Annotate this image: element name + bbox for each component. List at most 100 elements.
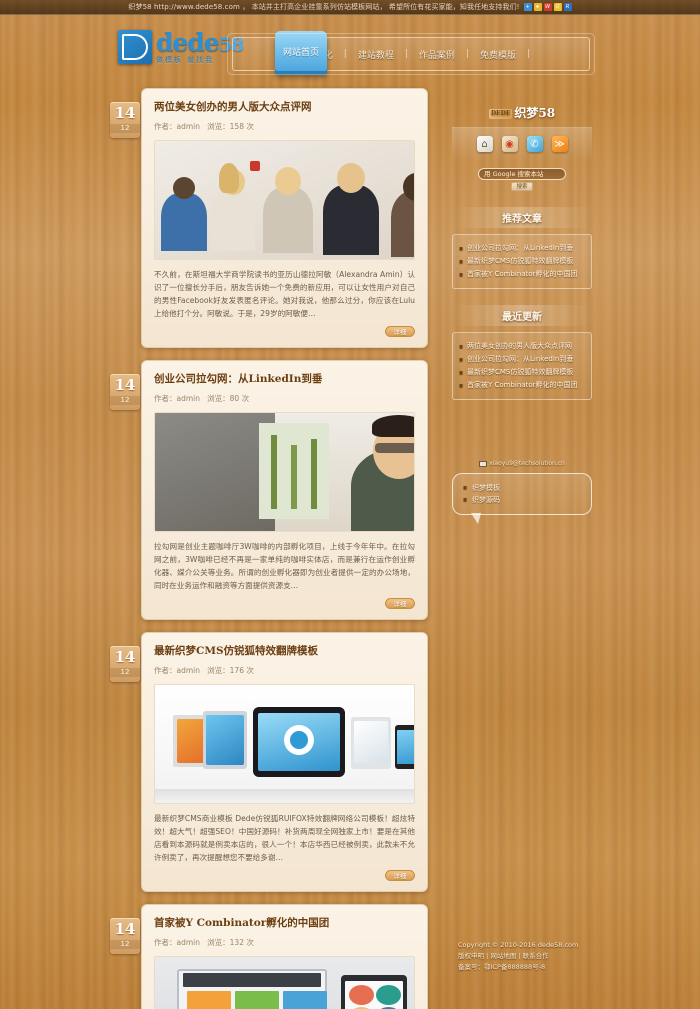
date-month: 12 [110, 940, 140, 949]
author-label: 作者： [154, 122, 177, 131]
list-item[interactable]: 创业公司拉勾网：从LinkedIn到垂 [459, 242, 585, 255]
article-meta: 作者：admin 浏览：176 次 [154, 665, 415, 676]
author-name: admin [176, 394, 201, 403]
article-title[interactable]: 首家被Y Combinator孵化的中国团 [154, 915, 415, 930]
views-unit: 次 [241, 394, 250, 403]
list-item[interactable]: 织梦模板 [463, 482, 581, 494]
article-item: 14 12 两位美女创办的男人版大众点评网 作者：admin 浏览：158 次 [108, 88, 428, 348]
views-unit: 次 [246, 122, 254, 131]
site-header: dede58 做模板 就找我 网站首页 | seo优化 | 建站教程 | 作品案… [0, 15, 700, 85]
views-count: 158 [229, 122, 244, 131]
views-unit: 次 [246, 666, 254, 675]
logo-wordmark: dede58 做模板 就找我 [156, 28, 244, 64]
article-card: 两位美女创办的男人版大众点评网 作者：admin 浏览：158 次 不久前，在斯… [141, 88, 428, 348]
nav-item-home[interactable]: 网站首页 [275, 31, 327, 71]
email-text: xiaoyu9@techsolution.cn [489, 460, 565, 467]
article-thumbnail[interactable] [154, 412, 415, 532]
share-icon-group[interactable]: + ★ W Q R [523, 3, 572, 11]
read-more-button[interactable]: 详细 [385, 598, 415, 609]
top-announcement-bar: 织梦58 http://www.dede58.com ， 本站并主打高企业挂靠系… [0, 0, 700, 15]
views-label: 浏览： [207, 938, 230, 947]
renren-icon[interactable]: R [563, 3, 572, 11]
list-item[interactable]: 织梦源码 [463, 494, 581, 506]
list-item[interactable]: 创业公司拉勾网：从LinkedIn到垂 [459, 353, 585, 366]
views-label: 浏览： [207, 122, 230, 131]
recent-article-list: 两位美女创办的男人版大众点评网 创业公司拉勾网：从LinkedIn到垂 最新织梦… [452, 332, 592, 400]
author-label: 作者： [154, 666, 177, 675]
qq-icon[interactable]: ✆ [526, 136, 543, 152]
sidebar: DEDE织梦58 ⌂ ◉ ✆ ≫ 用 Google 搜索本站 搜索 推荐文章 创… [452, 88, 592, 524]
nav-item-tutorial[interactable]: 建站教程 [347, 48, 405, 61]
list-item[interactable]: 最新织梦CMS仿锐狐特效翻牌模板 [459, 366, 585, 379]
nav-item-templates[interactable]: 免费模版 [469, 48, 527, 61]
logo-tagline: 做模板 就找我 [156, 56, 215, 64]
article-item: 14 12 首家被Y Combinator孵化的中国团 作者：admin 浏览：… [108, 904, 428, 1009]
site-logo[interactable]: dede58 做模板 就找我 [118, 28, 244, 64]
search-input[interactable]: 用 Google 搜索本站 [478, 168, 566, 180]
list-item[interactable]: 首家被Y Combinator孵化的中国团 [459, 379, 585, 392]
article-card: 最新织梦CMS仿锐狐特效翻牌模板 作者：admin 浏览：176 次 最新织梦C… [141, 632, 428, 892]
article-item: 14 12 最新织梦CMS仿锐狐特效翻牌模板 作者：admin 浏览：176 次 [108, 632, 428, 892]
list-item[interactable]: 两位美女创办的男人版大众点评网 [459, 340, 585, 353]
sidebar-logo-text: 织梦58 [514, 106, 556, 120]
date-month: 12 [110, 124, 140, 133]
nav-separator: | [526, 49, 531, 59]
list-item[interactable]: 最新织梦CMS仿锐狐特效翻牌模板 [459, 255, 585, 268]
share-icon[interactable]: + [523, 3, 532, 11]
search-button[interactable]: 搜索 [511, 182, 533, 191]
author-name: admin [176, 938, 201, 947]
home-icon[interactable]: ⌂ [476, 136, 493, 152]
nav-item-cases[interactable]: 作品案例 [408, 48, 466, 61]
article-card: 首家被Y Combinator孵化的中国团 作者：admin 浏览：132 次 [141, 904, 428, 1009]
article-card: 创业公司拉勾网：从LinkedIn到垂 作者：admin 浏览：80 次 拉勾网… [141, 360, 428, 620]
article-date-badge: 14 12 [110, 646, 140, 682]
article-item: 14 12 创业公司拉勾网：从LinkedIn到垂 作者：admin 浏览：80… [108, 360, 428, 620]
sidebar-logo-badge: DEDE [488, 108, 513, 119]
date-month: 12 [110, 396, 140, 405]
article-excerpt: 拉勾网是创业主题咖啡厅3W咖啡的内部孵化项目，上线于今年年中。在拉勾网之前，3W… [154, 542, 415, 590]
views-unit: 次 [246, 938, 254, 947]
list-item[interactable]: 首家被Y Combinator孵化的中国团 [459, 268, 585, 281]
read-more-button[interactable]: 详细 [385, 870, 415, 881]
favorite-icon[interactable]: ★ [533, 3, 542, 11]
article-thumbnail[interactable] [154, 956, 415, 1009]
site-footer: Copyright © 2010-2016 dede58.com 版权申明 | … [458, 940, 698, 973]
qzone-icon[interactable]: Q [553, 3, 562, 11]
logo-main-text: dede [156, 28, 220, 57]
views-count: 176 [229, 666, 244, 675]
logo-mark-icon [118, 30, 152, 64]
sina-icon[interactable]: W [543, 3, 552, 11]
date-day: 14 [114, 648, 136, 666]
date-day: 14 [114, 104, 136, 122]
footer-links[interactable]: 版权申明 | 网站地图 | 联系合作 [458, 951, 698, 962]
article-date-badge: 14 12 [110, 102, 140, 138]
announcement-text: 织梦58 http://www.dede58.com ， 本站并主打高企业挂靠系… [128, 3, 520, 11]
views-label: 浏览： [207, 394, 230, 403]
tag-bubble: 织梦模板 织梦源码 [452, 473, 592, 524]
date-month: 12 [110, 668, 140, 677]
recent-section-title: 最近更新 [452, 305, 592, 326]
article-thumbnail[interactable] [154, 684, 415, 804]
article-meta: 作者：admin 浏览：80 次 [154, 393, 415, 404]
date-day: 14 [114, 376, 136, 394]
article-title[interactable]: 创业公司拉勾网：从LinkedIn到垂 [154, 371, 415, 386]
contact-email[interactable]: xiaoyu9@techsolution.cn [452, 460, 592, 467]
main-navigation: 网站首页 | seo优化 | 建站教程 | 作品案例 | 免费模版 | [227, 31, 595, 75]
article-excerpt: 不久前，在斯坦福大学商学院读书的亚历山德拉阿敏（Alexandra Amin）认… [154, 270, 415, 318]
article-excerpt: 最新织梦CMS商业模板 Dede仿锐狐RUIFOX特效翻牌网络公司模板！超炫特效… [154, 814, 415, 862]
recommend-section-title: 推荐文章 [452, 207, 592, 228]
article-list: 14 12 两位美女创办的男人版大众点评网 作者：admin 浏览：158 次 [108, 88, 428, 1009]
article-thumbnail[interactable] [154, 140, 415, 260]
footer-copyright: Copyright © 2010-2016 dede58.com [458, 941, 579, 949]
article-title[interactable]: 最新织梦CMS仿锐狐特效翻牌模板 [154, 643, 415, 658]
read-more-button[interactable]: 详细 [385, 326, 415, 337]
weibo-icon[interactable]: ◉ [501, 136, 518, 152]
views-count: 132 [229, 938, 244, 947]
article-title[interactable]: 两位美女创办的男人版大众点评网 [154, 99, 415, 114]
rss-icon[interactable]: ≫ [551, 136, 568, 152]
footer-icp: 备案号：鄂ICP备888888号-8 [458, 963, 546, 971]
mail-icon [479, 460, 488, 467]
author-label: 作者： [154, 394, 177, 403]
sidebar-icon-row: ⌂ ◉ ✆ ≫ [452, 127, 592, 162]
article-meta: 作者：admin 浏览：132 次 [154, 937, 415, 948]
